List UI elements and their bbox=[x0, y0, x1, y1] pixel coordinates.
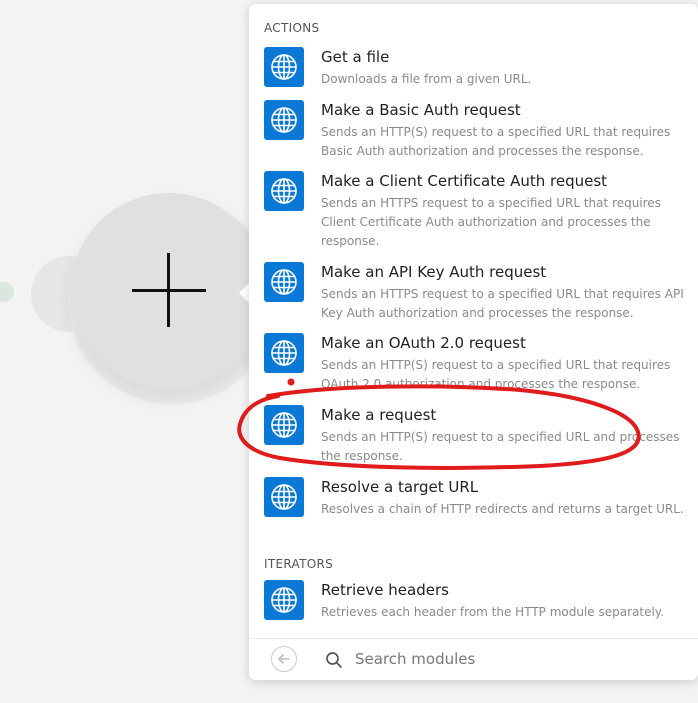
module-item-description: Sends an HTTPS request to a specified UR… bbox=[321, 196, 661, 248]
module-item-description: Sends an HTTPS request to a specified UR… bbox=[321, 287, 684, 320]
globe-icon bbox=[264, 580, 304, 620]
panel-footer bbox=[249, 638, 698, 680]
globe-icon bbox=[264, 333, 304, 373]
add-module-button[interactable] bbox=[71, 193, 267, 389]
module-item-description: Downloads a file from a given URL. bbox=[321, 72, 532, 86]
globe-icon bbox=[264, 262, 304, 302]
module-item-title: Make an API Key Auth request bbox=[321, 263, 547, 281]
connection-dot bbox=[0, 282, 14, 302]
globe-icon bbox=[264, 477, 304, 517]
search-icon bbox=[326, 652, 342, 668]
module-item-title: Make a Client Certificate Auth request bbox=[321, 172, 608, 190]
module-item-title: Resolve a target URL bbox=[321, 478, 479, 496]
section-title-iterators: ITERATORS bbox=[264, 557, 334, 571]
globe-icon bbox=[264, 171, 304, 211]
section-title-actions: ACTIONS bbox=[264, 21, 320, 35]
globe-icon bbox=[264, 100, 304, 140]
module-item-description: Sends an HTTP(S) request to a specified … bbox=[321, 125, 671, 158]
plus-icon-vertical bbox=[167, 253, 170, 327]
globe-icon bbox=[264, 405, 304, 445]
module-item-title: Retrieve headers bbox=[321, 581, 449, 599]
search-modules-input[interactable] bbox=[355, 647, 675, 671]
globe-icon bbox=[264, 47, 304, 87]
arrow-left-icon bbox=[278, 654, 290, 664]
module-item-description: Resolves a chain of HTTP redirects and r… bbox=[321, 502, 684, 516]
module-item-description: Retrieves each header from the HTTP modu… bbox=[321, 605, 665, 619]
back-button[interactable] bbox=[271, 646, 297, 672]
module-picker-panel: ACTIONS Get a file Downloads a file from… bbox=[249, 4, 698, 680]
module-item-title: Make an OAuth 2.0 request bbox=[321, 334, 526, 352]
module-item-description: Sends an HTTP(S) request to a specified … bbox=[321, 430, 680, 463]
module-item-description: Sends an HTTP(S) request to a specified … bbox=[321, 358, 671, 391]
module-item-title: Make a request bbox=[321, 406, 437, 424]
module-item-title: Get a file bbox=[321, 48, 390, 66]
module-item-title: Make a Basic Auth request bbox=[321, 101, 521, 119]
